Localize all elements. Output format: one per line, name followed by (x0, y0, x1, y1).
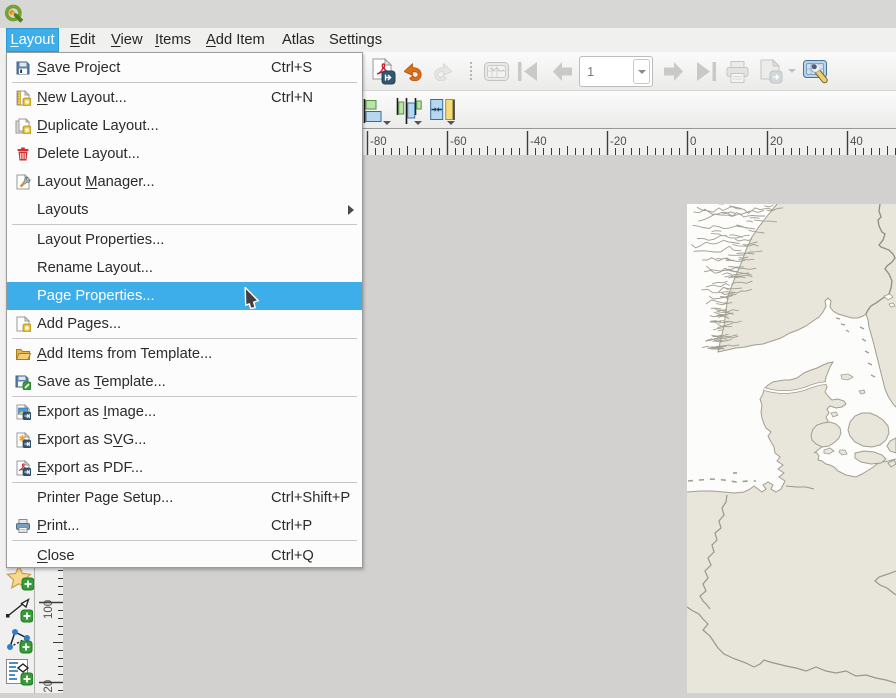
svg-text:100: 100 (43, 600, 55, 619)
svg-text:-20: -20 (610, 136, 627, 148)
svg-text:0: 0 (690, 136, 696, 148)
svg-text:-40: -40 (530, 136, 547, 148)
svg-text:-80: -80 (370, 136, 387, 148)
svg-text:20: 20 (770, 136, 783, 148)
svg-text:40: 40 (850, 136, 863, 148)
svg-text:-60: -60 (450, 136, 467, 148)
svg-text:120: 120 (43, 680, 55, 693)
